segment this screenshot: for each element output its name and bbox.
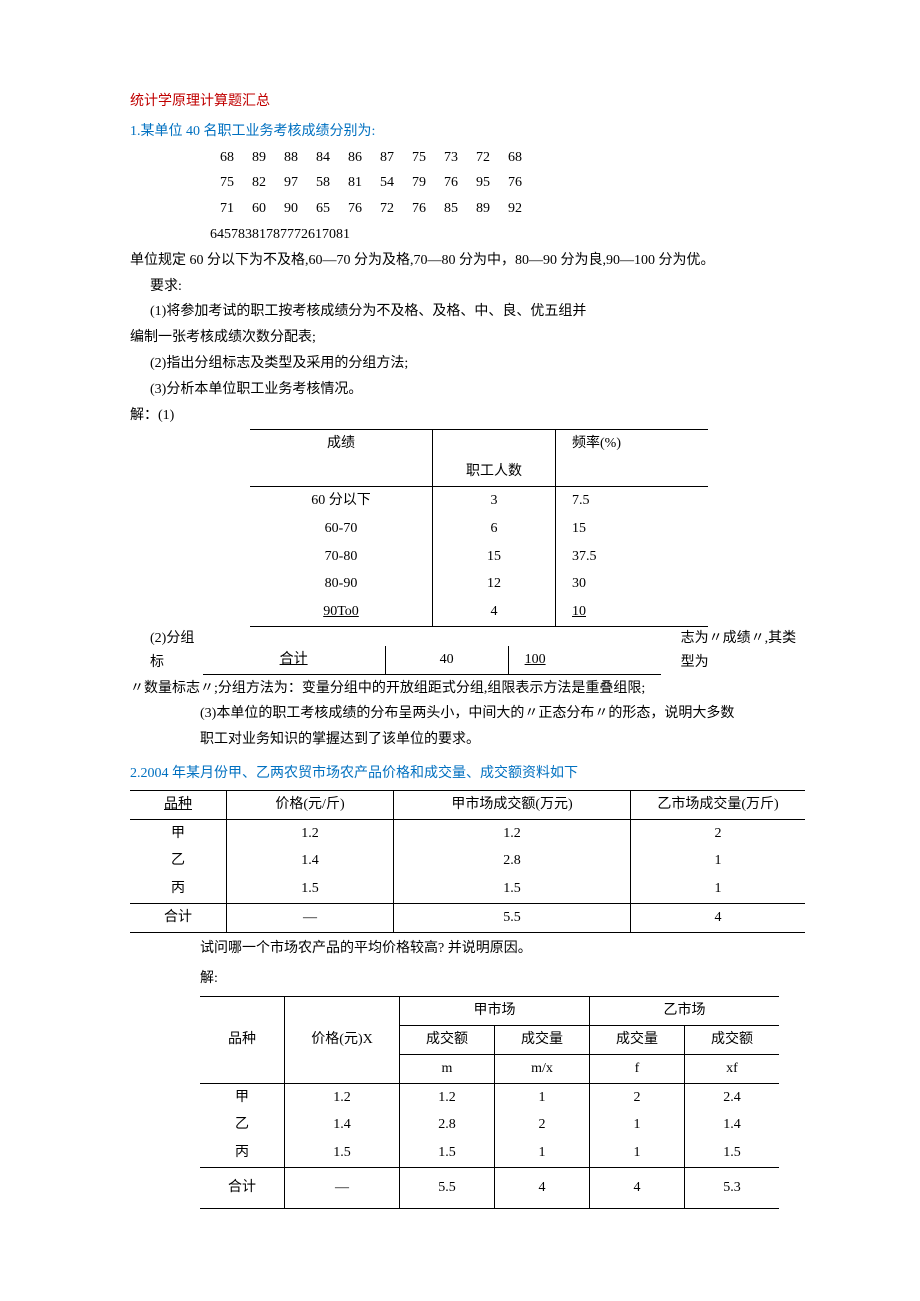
q2-ask: 试问哪一个市场农产品的平均价格较高? 并说明原因。	[200, 937, 810, 961]
q1-heading: 1.某单位 40 名职工业务考核成绩分别为:	[130, 120, 810, 144]
q1-req3: (3)分析本单位职工业务考核情况。	[150, 378, 810, 402]
q1-ans2-line2: 〃数量标志〃;分组方法为：变量分组中的开放组距式分组,组限表示方法是重叠组限;	[130, 677, 810, 701]
q1-ans3b: 职工对业务知识的掌握达到了该单位的要求。	[200, 728, 810, 752]
t1-h-freq: 频率(%)	[556, 430, 709, 458]
q1-ans2-line: (2)分组标 合计 40 100 志为〃成绩〃,其类型为	[130, 627, 810, 675]
q2-calc-table: 品种 价格(元)X 甲市场 乙市场 成交额 成交量 成交量 成交额 m m/x …	[200, 996, 779, 1209]
q1-freq-table: 成绩 频率(%) 职工人数 60 分以下37.5 60-70615 70-801…	[250, 429, 708, 627]
q2-sol-label: 解:	[200, 967, 810, 991]
main-title: 统计学原理计算题汇总	[130, 90, 810, 114]
t1-h-count: 职工人数	[433, 458, 556, 486]
q1-ans3a: (3)本单位的职工考核成绩的分布呈两头小，中间大的〃正态分布〃的形态，说明大多数	[200, 702, 810, 726]
q1-req-label: 要求:	[150, 275, 810, 299]
q1-req1b: 编制一张考核成绩次数分配表;	[130, 326, 810, 350]
q1-rule: 单位规定 60 分以下为不及格,60—70 分为及格,70—80 分为中，80—…	[130, 249, 810, 273]
q1-extra-line: 64578381787772617081	[210, 223, 810, 247]
q1-data-grid: 68898884868775737268 7582975881547976957…	[210, 144, 532, 223]
q1-req1: (1)将参加考试的职工按考核成绩分为不及格、及格、中、良、优五组并	[150, 300, 810, 324]
q1-sol-label: 解：(1)	[130, 404, 810, 428]
t1-h-score: 成绩	[250, 430, 433, 458]
q2-heading: 2.2004 年某月份甲、乙两农贸市场农产品价格和成交量、成交额资料如下	[130, 762, 810, 786]
q1-req2: (2)指出分组标志及类型及采用的分组方法;	[150, 352, 810, 376]
q2-data-table: 品种 价格(元/斤) 甲市场成交额(万元) 乙市场成交量(万斤) 甲1.21.2…	[130, 790, 805, 933]
